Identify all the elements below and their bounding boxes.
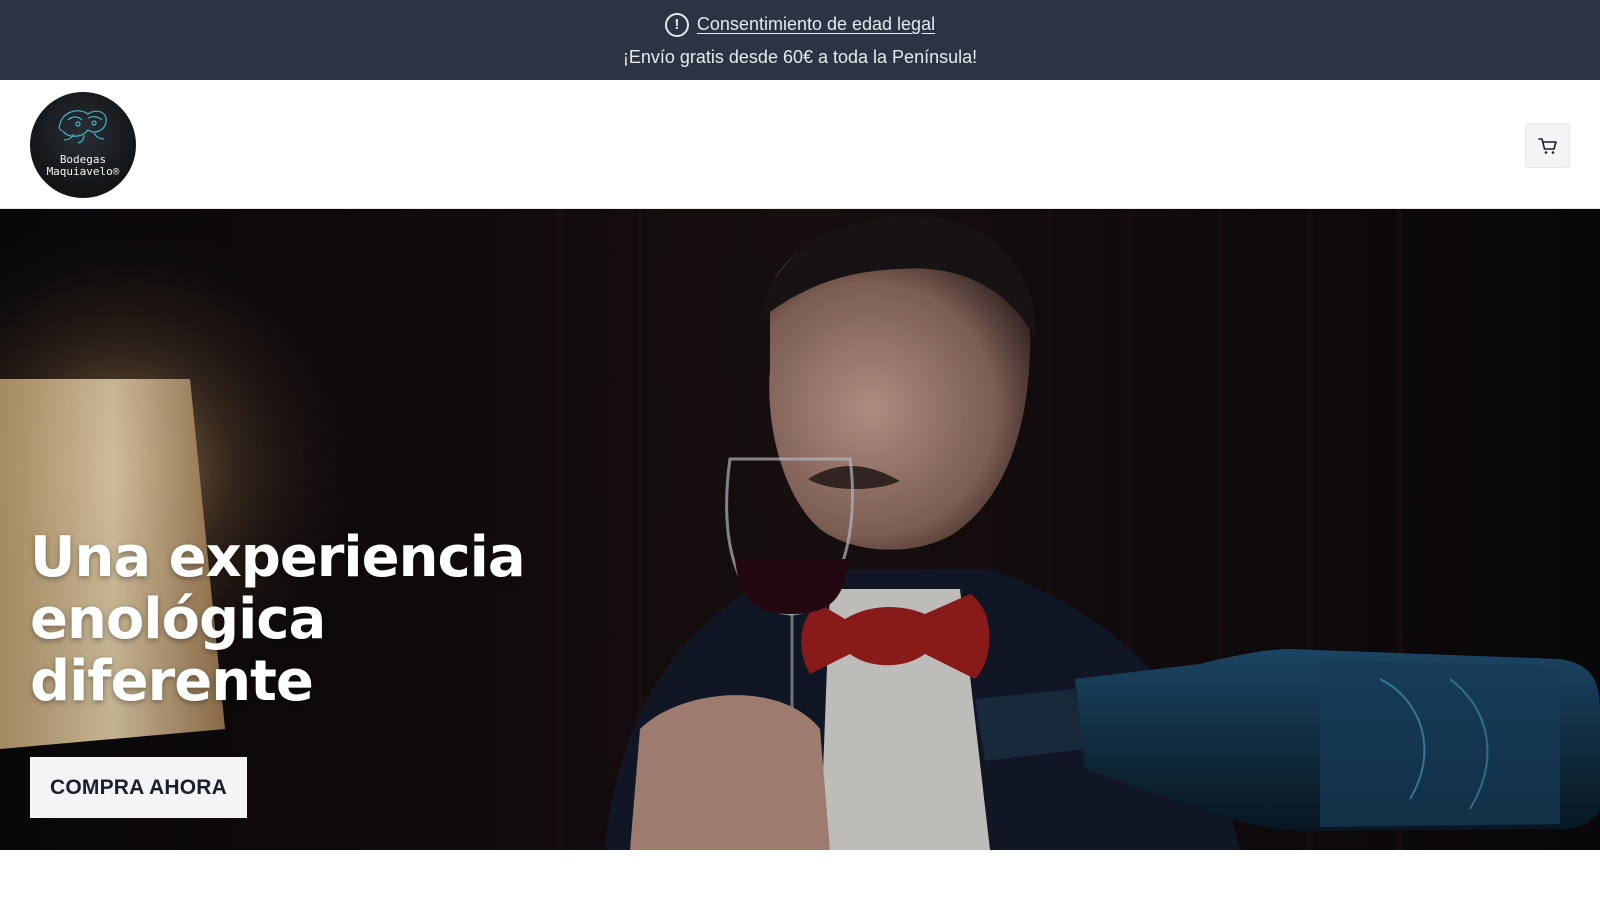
logo-text-maquiavelo: Maquiavelo® [46,165,120,178]
site-header: Bodegas Maquiavelo® [0,80,1600,209]
hero-title: Una experiencia enológica diferente [30,525,526,714]
shipping-notice: ¡Envío gratis desde 60€ a toda la Peníns… [622,46,978,67]
alert-circle-icon: ! [664,12,689,37]
hero-banner: Una experiencia enológica diferente COMP… [0,209,1600,850]
announcement-bar: ! Consentimiento de edad legal ¡Envío gr… [0,0,1600,80]
cart-icon [1537,137,1557,154]
site-logo[interactable]: Bodegas Maquiavelo® [30,92,136,198]
age-consent-link[interactable]: Consentimiento de edad legal [697,14,935,35]
age-consent-row: ! Consentimiento de edad legal [664,12,935,37]
below-hero-area [0,850,1600,900]
cart-button[interactable] [1525,123,1570,168]
squid-logo-icon [58,110,107,144]
shop-now-button[interactable]: COMPRA AHORA [30,757,248,818]
hero-content: Una experiencia enológica diferente COMP… [30,527,550,818]
